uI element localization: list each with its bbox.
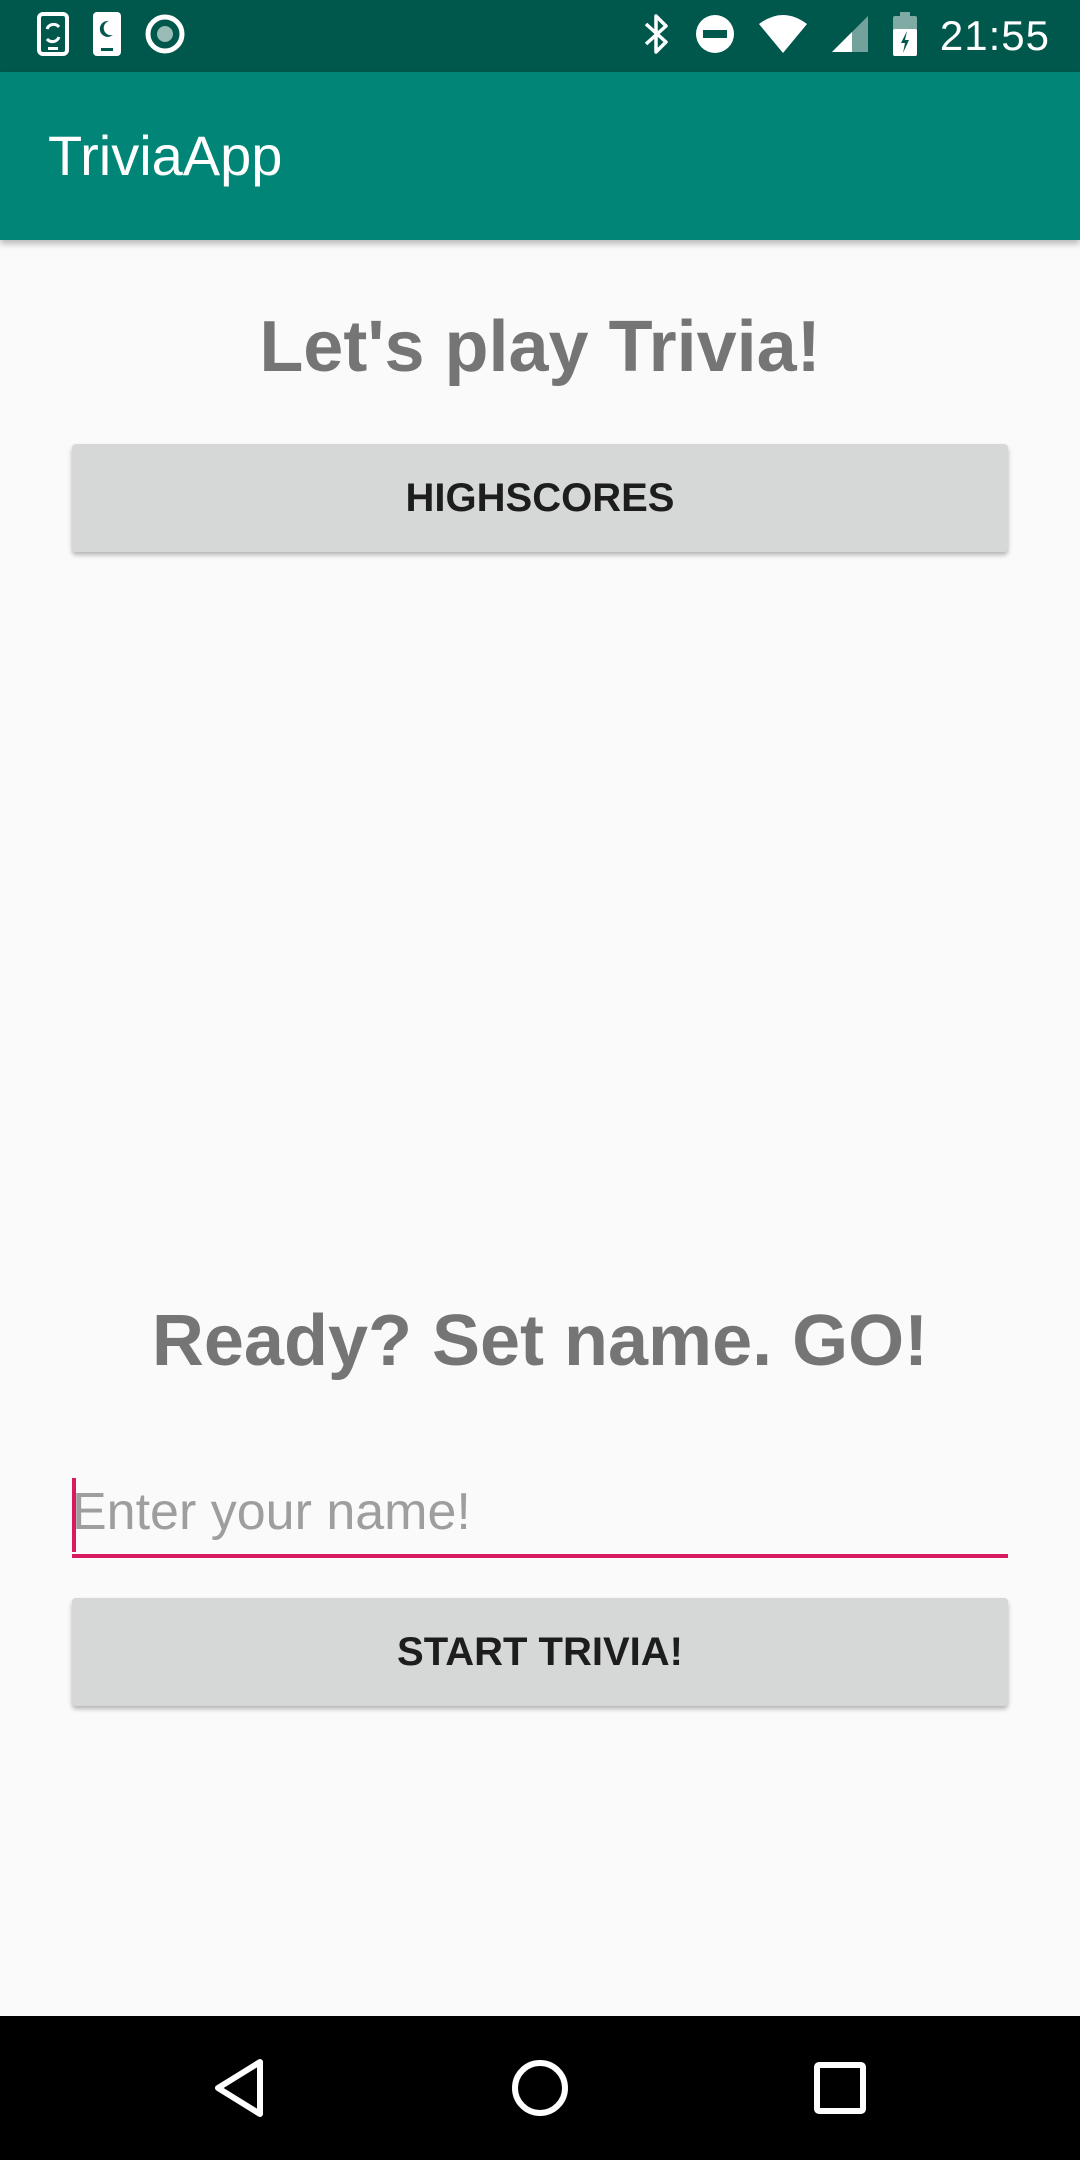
start-trivia-button[interactable]: START TRIVIA! [72, 1598, 1008, 1706]
recents-button[interactable] [768, 2016, 912, 2160]
notification-icons [36, 11, 186, 62]
recents-icon [814, 2062, 866, 2114]
do-not-disturb-icon [694, 13, 736, 60]
system-icons: 21:55 [642, 0, 1050, 72]
phone-sync-icon [36, 11, 70, 62]
home-button[interactable] [468, 2016, 612, 2160]
circle-notification-icon [144, 13, 186, 60]
name-input[interactable] [72, 1470, 1008, 1558]
text-cursor [72, 1478, 76, 1552]
home-icon [512, 2060, 568, 2116]
app-bar: TriviaApp [0, 72, 1080, 240]
bluetooth-icon [642, 12, 672, 61]
highscores-button[interactable]: HIGHSCORES [72, 444, 1008, 552]
navigation-bar [0, 2016, 1080, 2160]
welcome-heading: Let's play Trivia! [259, 307, 821, 387]
sleep-icon [92, 11, 122, 62]
status-bar: 21:55 [0, 0, 1080, 72]
status-time: 21:55 [939, 12, 1050, 59]
ready-heading: Ready? Set name. GO! [151, 1301, 929, 1381]
wifi-icon [758, 14, 808, 59]
cell-signal-icon [830, 14, 870, 59]
back-button[interactable] [168, 2016, 312, 2160]
battery-icon [892, 11, 918, 62]
app-title: TriviaApp [48, 124, 283, 187]
back-icon [215, 2059, 263, 2117]
